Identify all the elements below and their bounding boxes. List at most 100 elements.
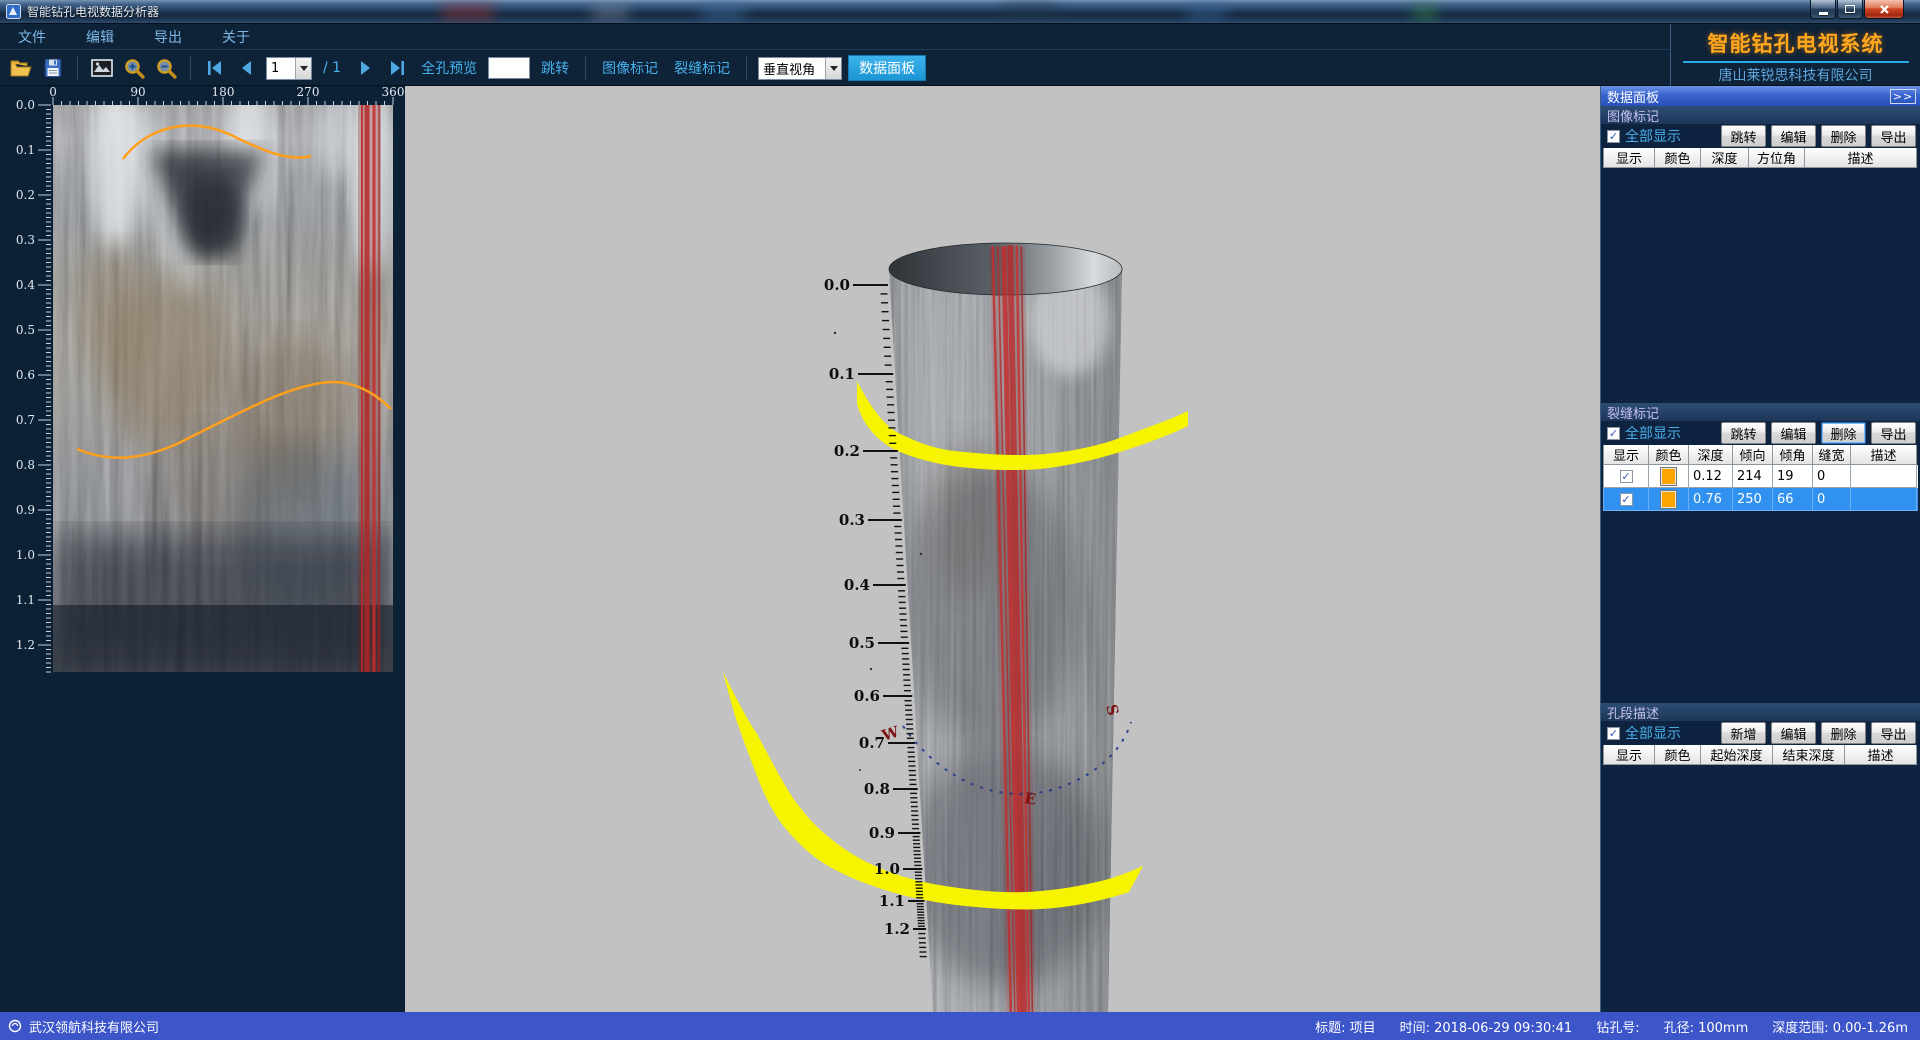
table-cell: 250 bbox=[1733, 488, 1773, 511]
menu-about[interactable]: 关于 bbox=[216, 25, 256, 49]
first-page-button[interactable] bbox=[202, 55, 228, 81]
depth-label-3d: 0.0 bbox=[824, 276, 850, 294]
image-marks-column-header: 深度 bbox=[1701, 148, 1749, 168]
hole-desc-delete-button[interactable]: 删除 bbox=[1821, 722, 1866, 744]
crack-marks-export-button[interactable]: 导出 bbox=[1871, 422, 1916, 444]
save-button[interactable] bbox=[40, 55, 66, 81]
crack-marks-edit-button[interactable]: 编辑 bbox=[1771, 422, 1816, 444]
last-page-icon bbox=[387, 59, 407, 77]
menu-bar: 文件 编辑 导出 关于 bbox=[0, 24, 1670, 50]
hole-desc-add-button[interactable]: 新增 bbox=[1721, 722, 1766, 744]
crack-marks-column-header: 倾角 bbox=[1773, 445, 1813, 465]
page-select-value: 1 bbox=[267, 61, 295, 76]
collapse-panel-button[interactable]: >> bbox=[1890, 89, 1916, 104]
crack-marks-jump-button[interactable]: 跳转 bbox=[1721, 422, 1766, 444]
jump-button[interactable]: 跳转 bbox=[536, 58, 574, 78]
image-marks-show-all-checkbox[interactable]: ✓ bbox=[1607, 130, 1620, 143]
data-panel-toggle-button[interactable]: 数据面板 bbox=[848, 55, 926, 81]
view-mode-value: 垂直视角 bbox=[759, 59, 825, 78]
view-mode-select[interactable]: 垂直视角 bbox=[758, 57, 842, 80]
close-button[interactable] bbox=[1864, 0, 1904, 19]
hole-sections-show-all-checkbox[interactable]: ✓ bbox=[1607, 727, 1620, 740]
table-cell: 0 bbox=[1813, 488, 1851, 511]
prev-page-button[interactable] bbox=[234, 55, 260, 81]
row-visible-checkbox[interactable]: ✓ bbox=[1620, 493, 1633, 506]
azimuth-tick-label: 0 bbox=[49, 85, 57, 99]
brand-underline bbox=[1683, 61, 1909, 63]
statusbar-field: 标题: 项目 bbox=[1315, 1017, 1376, 1036]
data-panel-header: 数据面板 >> bbox=[1601, 86, 1920, 106]
crack-marks-column-header: 缝宽 bbox=[1813, 445, 1851, 465]
table-cell: 214 bbox=[1733, 465, 1773, 488]
statusbar-field: 时间: 2018-06-29 09:30:41 bbox=[1400, 1017, 1573, 1036]
hole-desc-column-header: 颜色 bbox=[1655, 745, 1701, 765]
azimuth-tick-label: 360 bbox=[382, 85, 405, 99]
next-page-icon bbox=[356, 59, 374, 77]
aero-blur-decoration bbox=[700, 4, 746, 20]
table-row[interactable]: ✓0.12214190 bbox=[1603, 465, 1918, 488]
open-folder-icon bbox=[9, 57, 33, 79]
image-marks-column-header: 显示 bbox=[1603, 148, 1655, 168]
menu-file[interactable]: 文件 bbox=[12, 25, 52, 49]
title-bar: 智能钻孔电视数据分析器 bbox=[0, 0, 1920, 24]
next-page-button[interactable] bbox=[352, 55, 378, 81]
last-page-button[interactable] bbox=[384, 55, 410, 81]
hole-desc-column-header: 显示 bbox=[1603, 745, 1655, 765]
depth-tick-label: 0.2 bbox=[16, 188, 35, 202]
statusbar-fields: 标题: 项目时间: 2018-06-29 09:30:41钻孔号: 孔径: 10… bbox=[1315, 1017, 1912, 1036]
minimize-button[interactable] bbox=[1810, 0, 1836, 19]
status-bar: 武汉领航科技有限公司 标题: 项目时间: 2018-06-29 09:30:41… bbox=[0, 1012, 1920, 1040]
image-marks-edit-button[interactable]: 编辑 bbox=[1771, 125, 1816, 147]
image-preview-button[interactable] bbox=[89, 55, 115, 81]
depth-label-3d: 1.2 bbox=[884, 920, 910, 938]
borehole-3d-cylinder[interactable]: 0.00.10.20.30.40.50.60.70.80.91.01.11.2 … bbox=[405, 86, 1600, 1012]
borehole-3d-viewer[interactable]: 0.00.10.20.30.40.50.60.70.80.91.01.11.2 … bbox=[405, 86, 1600, 1012]
app-icon bbox=[6, 4, 21, 19]
depth-label-3d: 0.4 bbox=[844, 576, 870, 594]
azimuth-tick-label: 180 bbox=[212, 85, 235, 99]
image-mark-button[interactable]: 图像标记 bbox=[597, 58, 663, 78]
image-icon bbox=[90, 57, 114, 79]
menu-edit[interactable]: 编辑 bbox=[80, 25, 120, 49]
hole-desc-edit-button[interactable]: 编辑 bbox=[1771, 722, 1816, 744]
zoom-in-icon bbox=[123, 57, 146, 80]
depth-tick-label: 0.8 bbox=[16, 458, 35, 472]
hole-sections-title: 孔段描述 bbox=[1601, 703, 1920, 721]
crack-marks-show-all-checkbox[interactable]: ✓ bbox=[1607, 427, 1620, 440]
window-title: 智能钻孔电视数据分析器 bbox=[27, 3, 159, 20]
image-marks-jump-button[interactable]: 跳转 bbox=[1721, 125, 1766, 147]
table-cell: 0 bbox=[1813, 465, 1851, 488]
jump-depth-input[interactable] bbox=[488, 57, 530, 79]
image-marks-delete-button[interactable]: 删除 bbox=[1821, 125, 1866, 147]
maximize-button[interactable] bbox=[1837, 0, 1863, 19]
open-file-button[interactable] bbox=[8, 55, 34, 81]
crack-mark-button[interactable]: 裂缝标记 bbox=[669, 58, 735, 78]
crack-marks-delete-button[interactable]: 删除 bbox=[1821, 422, 1866, 444]
zoom-in-button[interactable] bbox=[121, 55, 147, 81]
brand-title: 智能钻孔电视系统 bbox=[1671, 28, 1920, 58]
hole-desc-export-button[interactable]: 导出 bbox=[1871, 722, 1916, 744]
crack-marks-column-header: 描述 bbox=[1851, 445, 1917, 465]
aero-blur-decoration bbox=[1185, 4, 1227, 20]
toolbar: 1 / 1 全孔预览 跳转 图像标记 裂缝标记 bbox=[0, 50, 1670, 86]
unwrapped-image-viewer[interactable]: 090180270360 0.00.10.20.30.40.50.60.70.8… bbox=[0, 86, 405, 1012]
page-select[interactable]: 1 bbox=[266, 57, 312, 80]
depth-label-3d: 0.2 bbox=[834, 442, 860, 460]
image-marks-export-button[interactable]: 导出 bbox=[1871, 125, 1916, 147]
table-cell bbox=[1851, 488, 1917, 511]
depth-tick-label: 0.0 bbox=[16, 98, 35, 112]
table-row[interactable]: ✓0.76250660 bbox=[1603, 488, 1918, 511]
mark-color-swatch[interactable] bbox=[1661, 468, 1676, 485]
zoom-out-button[interactable] bbox=[153, 55, 179, 81]
mark-color-swatch[interactable] bbox=[1661, 491, 1676, 508]
hole-desc-column-header: 描述 bbox=[1845, 745, 1917, 765]
full-hole-preview-button[interactable]: 全孔预览 bbox=[416, 58, 482, 78]
row-visible-checkbox[interactable]: ✓ bbox=[1620, 470, 1633, 483]
menu-export[interactable]: 导出 bbox=[148, 25, 188, 49]
statusbar-field: 深度范围: 0.00-1.26m bbox=[1772, 1017, 1908, 1036]
depth-tick-label: 0.1 bbox=[16, 143, 35, 157]
depth-tick-label: 0.9 bbox=[16, 503, 35, 517]
image-marks-column-header: 颜色 bbox=[1655, 148, 1701, 168]
depth-tick-label: 1.0 bbox=[16, 548, 35, 562]
borehole-unwrapped-image[interactable] bbox=[53, 105, 393, 672]
